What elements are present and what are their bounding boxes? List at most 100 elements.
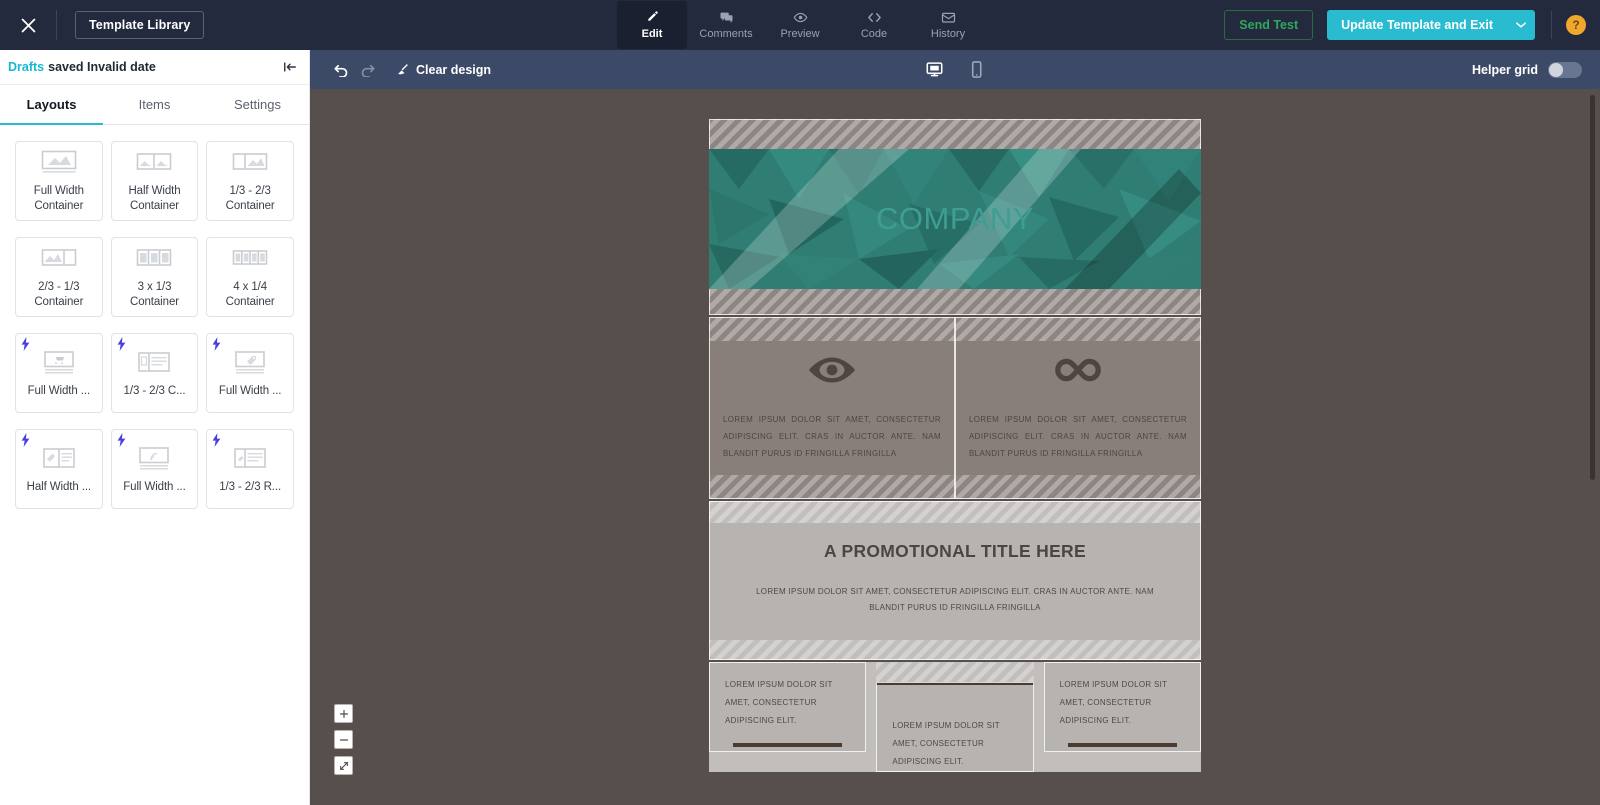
tab-layouts-label: Layouts	[26, 97, 77, 112]
layout-card[interactable]: Full Width ...	[15, 333, 103, 413]
close-icon	[21, 18, 35, 32]
left-sidebar: Drafts saved Invalid date Layouts Items	[0, 50, 310, 805]
content-column[interactable]: LOREM IPSUM DOLOR SIT AMET, CONSECTETUR …	[1043, 662, 1201, 772]
plus-icon	[339, 709, 348, 718]
cart-full-width-thumb-icon	[40, 348, 78, 378]
collapse-sidebar-button[interactable]	[283, 61, 297, 73]
feature-content[interactable]: LOREM IPSUM DOLOR SIT AMET, CONSECTETUR …	[955, 341, 1201, 475]
update-template-label: Update Template and Exit	[1341, 18, 1493, 32]
draft-saved-text: saved Invalid date	[48, 60, 156, 74]
feature-text: LOREM IPSUM DOLOR SIT AMET, CONSECTETUR …	[723, 415, 941, 459]
undo-button[interactable]	[328, 57, 354, 83]
feature-column[interactable]: LOREM IPSUM DOLOR SIT AMET, CONSECTETUR …	[709, 317, 955, 499]
promo-subtitle: LOREM IPSUM DOLOR SIT AMET, CONSECTETUR …	[756, 586, 1154, 612]
content-column-button[interactable]	[733, 743, 843, 748]
tab-layouts[interactable]: Layouts	[0, 85, 103, 125]
feature-column[interactable]: LOREM IPSUM DOLOR SIT AMET, CONSECTETUR …	[955, 317, 1201, 499]
eye-icon	[808, 357, 856, 383]
four-quarters-thumb-icon	[231, 244, 269, 274]
canvas-area: Clear design Helper grid COMPANY LOREM I…	[310, 50, 1600, 805]
send-test-button[interactable]: Send Test	[1224, 10, 1314, 40]
desktop-icon	[926, 62, 942, 77]
lightning-bolt-icon	[117, 433, 126, 447]
minus-icon	[339, 738, 348, 741]
editor-body: Drafts saved Invalid date Layouts Items	[0, 50, 1600, 805]
feature-content[interactable]: LOREM IPSUM DOLOR SIT AMET, CONSECTETUR …	[709, 341, 955, 475]
help-button[interactable]: ?	[1566, 15, 1586, 35]
full-width-thumb-icon	[40, 148, 78, 178]
device-preview-toggle	[921, 57, 989, 83]
layout-card-label: 1/3 - 2/3 Container	[225, 185, 275, 212]
tab-edit-label: Edit	[641, 28, 663, 40]
layout-card-label: Full Width ...	[27, 384, 91, 397]
fit-to-screen-button[interactable]	[334, 756, 353, 775]
layout-card[interactable]: 4 x 1/4 Container	[206, 237, 294, 317]
content-column[interactable]: LOREM IPSUM DOLOR SIT AMET, CONSECTETUR …	[709, 662, 867, 772]
layout-card[interactable]: 1/3 - 2/3 C...	[110, 333, 199, 413]
layout-card[interactable]: 1/3 - 2/3 Container	[206, 141, 294, 221]
feature-text: LOREM IPSUM DOLOR SIT AMET, CONSECTETUR …	[969, 415, 1187, 459]
zoom-out-button[interactable]	[334, 730, 353, 749]
redo-button[interactable]	[354, 57, 380, 83]
layout-card-label: 2/3 - 1/3 Container	[34, 281, 84, 308]
template-library-button[interactable]: Template Library	[75, 11, 205, 39]
helper-grid-label: Helper grid	[1472, 62, 1538, 77]
layout-card[interactable]: Full Width Container	[15, 141, 103, 221]
tab-preview[interactable]: Preview	[765, 1, 835, 49]
promo-bottom-spacer	[709, 640, 1201, 661]
tab-comments[interactable]: Comments	[691, 1, 761, 49]
three-column-section[interactable]: LOREM IPSUM DOLOR SIT AMET, CONSECTETUR …	[709, 662, 1201, 773]
undo-icon	[333, 64, 347, 77]
layout-card[interactable]: 2/3 - 1/3 Container	[15, 237, 103, 317]
layout-card-label: Full Width ...	[123, 480, 186, 493]
content-column-body[interactable]: LOREM IPSUM DOLOR SIT AMET, CONSECTETUR …	[1043, 662, 1201, 753]
clear-design-button[interactable]: Clear design	[396, 63, 491, 77]
update-template-button[interactable]: Update Template and Exit	[1327, 10, 1535, 40]
third-twothird-right-thumb-icon	[231, 444, 269, 474]
content-column[interactable]: LOREM IPSUM DOLOR SIT AMET, CONSECTETUR …	[876, 662, 1034, 773]
content-column-body[interactable]: LOREM IPSUM DOLOR SIT AMET, CONSECTETUR …	[709, 662, 867, 753]
content-column-button[interactable]	[1067, 743, 1177, 748]
promo-content[interactable]: A PROMOTIONAL TITLE HERE LOREM IPSUM DOL…	[709, 522, 1201, 641]
desktop-preview-button[interactable]	[921, 57, 947, 83]
helper-grid-control: Helper grid	[1472, 61, 1582, 78]
layout-card-label: Half Width Container	[128, 185, 181, 212]
pencil-icon	[647, 11, 658, 21]
rss-full-width-thumb-icon	[135, 444, 173, 474]
clear-design-label: Clear design	[416, 62, 492, 77]
layout-card[interactable]: Full Width ...	[110, 429, 199, 509]
features-section[interactable]: LOREM IPSUM DOLOR SIT AMET, CONSECTETUR …	[709, 317, 1201, 499]
promo-section[interactable]: A PROMOTIONAL TITLE HERE LOREM IPSUM DOL…	[709, 500, 1201, 661]
three-thirds-thumb-icon	[135, 244, 173, 274]
helper-grid-toggle[interactable]	[1548, 61, 1582, 78]
design-canvas[interactable]: COMPANY LOREM IPSUM DOLOR SIT AMET, CONS…	[310, 89, 1600, 805]
third-twothird-thumb-icon	[231, 148, 269, 178]
eraser-icon	[398, 64, 408, 75]
tab-settings[interactable]: Settings	[206, 85, 309, 124]
tab-settings-label: Settings	[234, 97, 281, 112]
layout-card[interactable]: 1/3 - 2/3 R...	[206, 429, 294, 509]
lightning-bolt-icon	[21, 433, 30, 447]
send-test-label: Send Test	[1239, 18, 1299, 32]
company-banner[interactable]: COMPANY	[709, 149, 1201, 289]
toolbar-divider-right	[1551, 11, 1552, 39]
close-editor-button[interactable]	[0, 0, 56, 50]
tab-code[interactable]: Code	[839, 1, 909, 49]
layout-card[interactable]: Half Width ...	[15, 429, 103, 509]
promo-title: A PROMOTIONAL TITLE HERE	[824, 540, 1086, 561]
zoom-in-button[interactable]	[334, 704, 353, 723]
email-header-section[interactable]: COMPANY	[709, 119, 1201, 315]
mobile-preview-button[interactable]	[963, 57, 989, 83]
content-column-body[interactable]: LOREM IPSUM DOLOR SIT AMET, CONSECTETUR …	[876, 682, 1034, 773]
feature-bottom-spacer	[955, 474, 1201, 499]
tab-items[interactable]: Items	[103, 85, 206, 124]
feature-top-spacer	[709, 317, 955, 341]
canvas-scrollbar[interactable]	[1590, 95, 1595, 480]
layout-card[interactable]: Half Width Container	[110, 141, 199, 221]
email-preview: COMPANY LOREM IPSUM DOLOR SIT AMET, CONS…	[709, 119, 1201, 773]
layout-card[interactable]: 3 x 1/3 Container	[110, 237, 199, 317]
layout-card[interactable]: Full Width ...	[206, 333, 294, 413]
update-template-dropdown[interactable]	[1507, 10, 1535, 40]
tab-edit[interactable]: Edit	[617, 1, 687, 49]
tab-history[interactable]: History	[913, 1, 983, 49]
